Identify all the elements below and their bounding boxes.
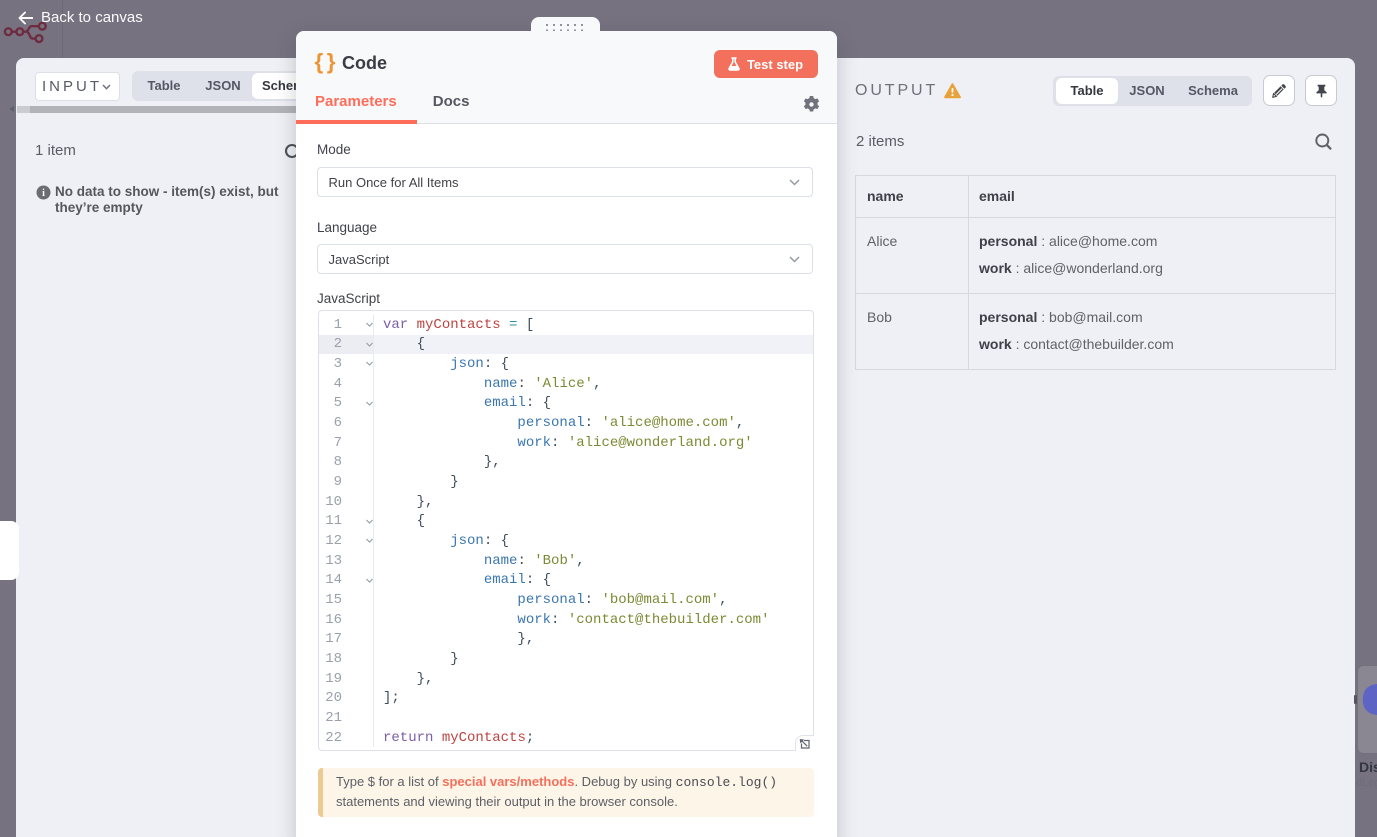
svg-text:i: i: [42, 188, 45, 199]
